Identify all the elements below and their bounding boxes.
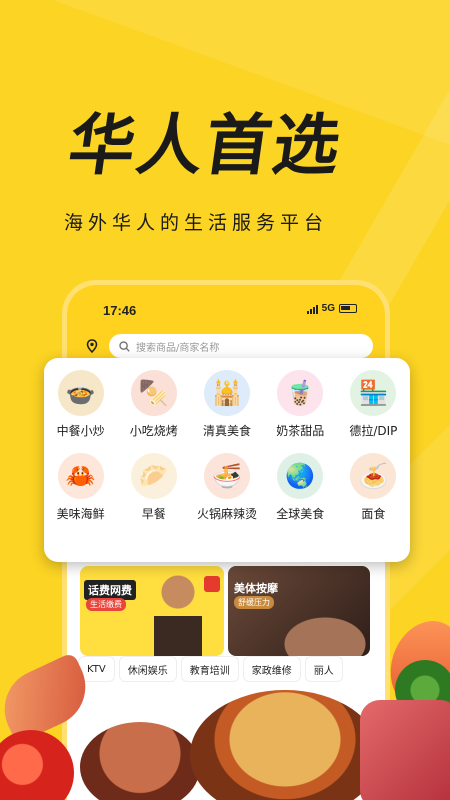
breakfast-icon: 🥟 — [130, 453, 177, 499]
search-placeholder: 搜索商品/商家名称 — [136, 342, 220, 354]
category-item[interactable]: 🌏 全球美食 — [264, 453, 337, 522]
promo-tag: 舒缓压力 — [234, 596, 274, 609]
chinese-food-icon: 🍲 — [57, 370, 104, 416]
category-label: 面食 — [361, 507, 386, 521]
promo-person-image — [150, 574, 206, 656]
category-item[interactable]: 🏪 德拉/DIP — [337, 370, 410, 439]
category-item[interactable]: 🕌 清真美食 — [190, 370, 263, 439]
service-tab-entertainment[interactable]: 休闲娱乐 — [118, 656, 177, 682]
category-label: 美味海鲜 — [56, 507, 105, 521]
store-icon: 🏪 — [350, 370, 397, 416]
status-time: 17:46 — [103, 303, 137, 318]
promo-title: 美体按摩 — [234, 582, 278, 595]
subline: 海外华人的生活服务平台 — [64, 212, 329, 234]
category-item[interactable]: 🍜 火锅麻辣烫 — [190, 453, 263, 522]
category-label: 全球美食 — [276, 507, 325, 521]
hotpot-icon: 🍜 — [203, 453, 250, 499]
category-label: 中餐小炒 — [56, 424, 105, 438]
promo-massage[interactable]: 美体按摩 舒缓压力 — [228, 566, 370, 656]
promo-title: 话费网费 — [84, 580, 136, 600]
category-label: 德拉/DIP — [349, 424, 398, 438]
global-food-icon: 🌏 — [277, 453, 324, 499]
service-tab-home-repair[interactable]: 家政维修 — [242, 656, 301, 682]
signal-icon — [306, 304, 318, 314]
halal-food-icon: 🕌 — [203, 370, 250, 416]
service-tab-beauty[interactable]: 丽人 — [304, 656, 343, 682]
category-label: 火锅麻辣烫 — [196, 507, 257, 521]
category-item[interactable]: 🍝 面食 — [337, 453, 410, 522]
category-grid: 🍲 中餐小炒 🍢 小吃烧烤 🕌 清真美食 🧋 奶茶甜品 🏪 德拉/DIP 🦀 美味海鲜 🥟 早餐 🍜 火锅麻辣… — [44, 370, 410, 522]
brand-logo-icon — [204, 576, 220, 592]
seafood-icon: 🦀 — [57, 453, 104, 499]
milk-tea-icon: 🧋 — [277, 370, 324, 416]
search-input[interactable]: 搜索商品/商家名称 — [109, 334, 373, 358]
noodles-icon: 🍝 — [350, 453, 397, 499]
category-item[interactable]: 🦀 美味海鲜 — [44, 453, 117, 522]
category-card: 🍲 中餐小炒 🍢 小吃烧烤 🕌 清真美食 🧋 奶茶甜品 🏪 德拉/DIP 🦀 美味海鲜 🥟 早餐 🍜 火锅麻辣… — [44, 358, 410, 562]
category-label: 小吃烧烤 — [129, 424, 178, 438]
battery-icon — [339, 304, 357, 313]
status-indicators: 5G — [306, 303, 357, 314]
category-item[interactable]: 🥟 早餐 — [117, 453, 190, 522]
category-item[interactable]: 🧋 奶茶甜品 — [264, 370, 337, 439]
bbq-icon: 🍢 — [130, 370, 177, 416]
category-item[interactable]: 🍢 小吃烧烤 — [117, 370, 190, 439]
network-label: 5G — [321, 303, 335, 314]
service-tab-ktv[interactable]: KTV — [78, 656, 115, 682]
category-label: 奶茶甜品 — [276, 424, 325, 438]
promo-phone-bill[interactable]: 话费网费 生活缴费 — [80, 566, 224, 656]
headline: 华人首选 — [63, 107, 347, 184]
category-label: 早餐 — [141, 507, 166, 521]
massage-image — [270, 608, 370, 656]
promo-tag: 生活缴费 — [86, 598, 126, 611]
location-icon[interactable] — [85, 339, 99, 353]
category-label: 清真美食 — [202, 424, 251, 438]
service-tabs: KTV 休闲娱乐 教育培训 家政维修 丽人 — [78, 656, 378, 686]
search-icon — [119, 340, 130, 352]
service-tab-education[interactable]: 教育培训 — [180, 656, 239, 682]
category-item[interactable]: 🍲 中餐小炒 — [44, 370, 117, 439]
